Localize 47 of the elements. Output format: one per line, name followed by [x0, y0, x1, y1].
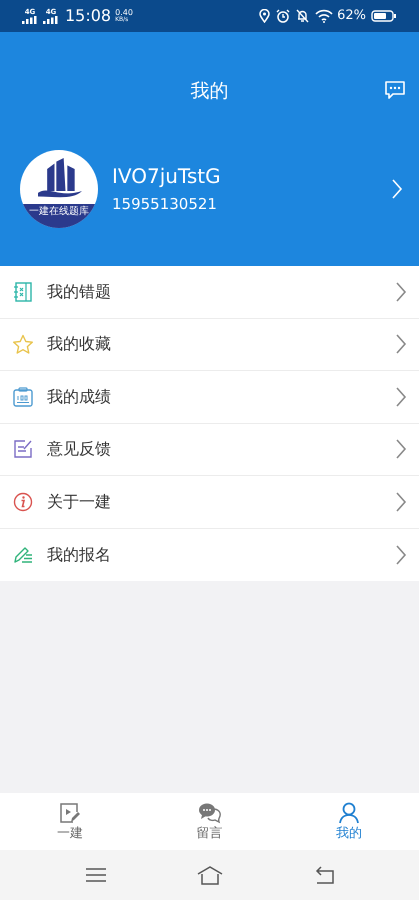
star-icon — [12, 334, 34, 355]
chevron-icon — [395, 490, 407, 513]
avatar-caption: 一建在线题库 — [29, 206, 89, 218]
tab[interactable]: 我的 — [279, 793, 419, 850]
menu-label: 关于一建 — [47, 490, 112, 513]
chevron-icon — [395, 438, 407, 460]
menu-label: 我的收藏 — [47, 333, 112, 356]
chevron-icon — [395, 386, 407, 408]
pen-icon — [13, 544, 33, 565]
menu-item[interactable]: 我的错题 — [0, 266, 419, 318]
chat-bubbles-icon — [198, 802, 222, 824]
notebook-icon — [13, 282, 33, 302]
network-speed: 0.40 — [115, 9, 133, 17]
menu-label: 我的成绩 — [47, 386, 112, 408]
home-icon[interactable] — [196, 865, 224, 885]
alarm-icon — [276, 9, 290, 23]
message-icon[interactable] — [384, 80, 406, 100]
profile-row[interactable]: 一建在线题库 IVO7juTstG 15955130521 — [0, 150, 419, 228]
location-icon — [259, 9, 270, 23]
bell-muted-icon — [296, 9, 310, 23]
menu-item[interactable]: 我的收藏 — [0, 318, 419, 371]
info-icon — [13, 492, 33, 512]
wifi-icon — [315, 9, 334, 23]
menu-icon[interactable] — [84, 867, 106, 883]
menu-label: 意见反馈 — [47, 438, 112, 460]
chevron-icon — [391, 178, 403, 200]
tab[interactable]: 留言 — [140, 793, 280, 850]
edit-note-icon — [13, 439, 33, 460]
chevron-icon — [395, 280, 407, 303]
menu-label: 我的错题 — [47, 280, 112, 303]
clock: 15:08 — [65, 5, 112, 27]
phone-number: 15955130521 — [112, 194, 218, 215]
page-title: 我的 — [190, 78, 228, 104]
username: IVO7juTstG — [112, 163, 222, 189]
score-card-icon — [13, 386, 33, 407]
video-edit-icon — [58, 802, 81, 824]
battery-percent: 62% — [337, 7, 366, 26]
menu-label: 我的报名 — [47, 544, 112, 566]
person-icon — [338, 802, 360, 824]
menu-item[interactable]: 关于一建 — [0, 476, 419, 528]
tab[interactable]: 一建 — [0, 793, 140, 850]
chevron-icon — [395, 544, 407, 566]
chevron-icon — [395, 333, 407, 356]
battery-icon — [371, 10, 397, 22]
menu-item[interactable]: 意见反馈 — [0, 424, 419, 476]
menu-item[interactable]: 我的报名 — [0, 528, 419, 581]
menu-item[interactable]: 我的成绩 — [0, 371, 419, 424]
